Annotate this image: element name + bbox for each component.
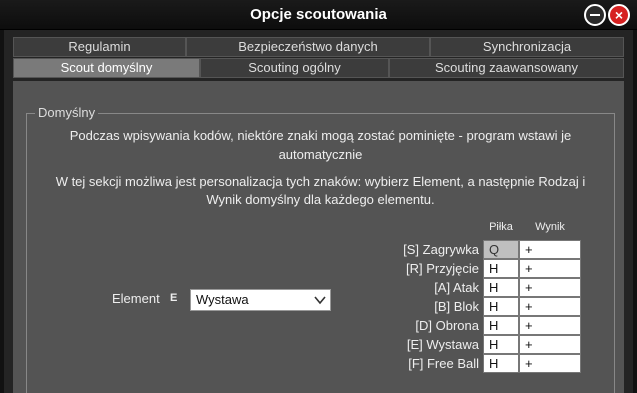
cell-pilka-wystawa[interactable]: H <box>483 335 519 354</box>
description-line-4: Wynik domyślny dla każdego elementu. <box>206 192 435 207</box>
cell-pilka-atak[interactable]: H <box>483 278 519 297</box>
cell-pilka-zagrywka[interactable]: Q <box>483 240 519 259</box>
column-header-wynik: Wynik <box>535 221 565 233</box>
cell-wynik-blok[interactable]: + <box>519 297 581 316</box>
description-line-1: Podczas wpisywania kodów, niektóre znaki… <box>69 128 572 143</box>
row-label-atak: [A] Atak <box>434 280 479 295</box>
group-legend: Domyślny <box>35 105 99 120</box>
row-label-blok: [B] Blok <box>434 299 479 314</box>
element-select-value: Wystawa <box>196 292 249 307</box>
cell-pilka-free-ball[interactable]: H <box>483 354 519 373</box>
chevron-down-icon <box>314 296 326 305</box>
description-line-3: W tej sekcji możliwa jest personalizacja… <box>55 174 586 189</box>
minimize-icon <box>590 14 600 16</box>
tab-bezpieczenstwo-danych[interactable]: Bezpieczeństwo danych <box>186 37 430 57</box>
element-label: Element <box>112 291 160 306</box>
row-label-wystawa: [E] Wystawa <box>406 337 479 352</box>
window-title: Opcje scoutowania <box>250 6 387 23</box>
minimize-button[interactable] <box>584 4 606 26</box>
cell-wynik-obrona[interactable]: + <box>519 316 581 335</box>
row-label-zagrywka: [S] Zagrywka <box>403 242 479 257</box>
row-label-przyjecie: [R] Przyjęcie <box>406 261 479 276</box>
cell-wynik-wystawa[interactable]: + <box>519 335 581 354</box>
cell-wynik-atak[interactable]: + <box>519 278 581 297</box>
tab-scout-domyslny[interactable]: Scout domyślny <box>13 58 200 78</box>
cell-wynik-zagrywka[interactable]: + <box>519 240 581 259</box>
description-line-2: automatycznie <box>278 147 363 162</box>
column-header-pilka: Piłka <box>489 221 513 233</box>
cell-pilka-blok[interactable]: H <box>483 297 519 316</box>
tab-scouting-ogolny[interactable]: Scouting ogólny <box>200 58 389 78</box>
row-label-obrona: [D] Obrona <box>415 318 479 333</box>
tab-synchronizacja[interactable]: Synchronizacja <box>430 37 624 57</box>
row-label-free-ball: [F] Free Ball <box>408 356 479 371</box>
cell-pilka-przyjecie[interactable]: H <box>483 259 519 278</box>
cell-pilka-obrona[interactable]: H <box>483 316 519 335</box>
cell-wynik-free-ball[interactable]: + <box>519 354 581 373</box>
title-bar: Opcje scoutowania × <box>0 0 637 30</box>
tab-scouting-zaawansowany[interactable]: Scouting zaawansowany <box>389 58 624 78</box>
element-code: E <box>170 292 178 304</box>
cell-wynik-przyjecie[interactable]: + <box>519 259 581 278</box>
tab-regulamin[interactable]: Regulamin <box>13 37 186 57</box>
close-icon: × <box>614 7 624 23</box>
close-button[interactable]: × <box>608 4 630 26</box>
element-select[interactable]: Wystawa <box>190 289 331 311</box>
